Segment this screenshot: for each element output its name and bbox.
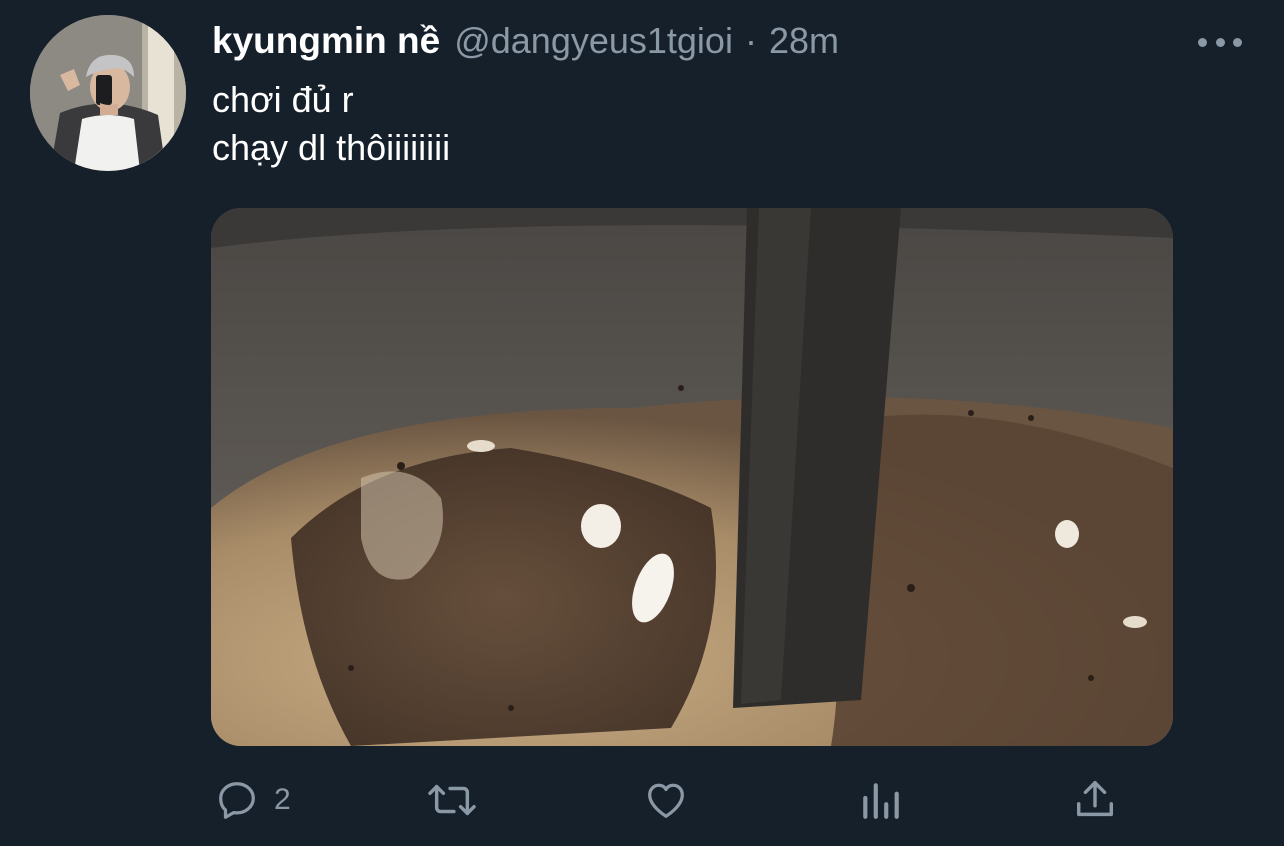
more-options-icon[interactable] (1198, 30, 1242, 54)
separator-dot: · (744, 20, 757, 61)
tweet[interactable]: kyungmin nề @dangyeus1tgioi · 28m chơi đ… (0, 0, 1284, 846)
retweet-button[interactable] (424, 772, 480, 828)
more-dot (1215, 37, 1225, 47)
analytics-button[interactable] (860, 772, 902, 828)
more-dot (1198, 37, 1207, 47)
timestamp[interactable]: 28m (769, 20, 839, 62)
user-handle[interactable]: @dangyeus1tgioi (454, 20, 733, 62)
reply-icon (219, 782, 255, 819)
like-button[interactable] (642, 772, 690, 828)
share-icon (1076, 781, 1114, 817)
tweet-media-photo[interactable] (211, 208, 1173, 746)
tweet-text-line: chơi đủ r (212, 79, 354, 120)
avatar[interactable] (30, 15, 186, 171)
analytics-icon (863, 783, 899, 819)
heart-icon (648, 783, 684, 818)
tweet-text: chơi đủ r chạy dl thôiiiiiiii (212, 76, 450, 172)
share-button[interactable] (1072, 772, 1118, 828)
reply-button[interactable]: 2 (214, 772, 291, 828)
tweet-action-bar: 2 (0, 772, 1284, 828)
reply-count: 2 (274, 783, 291, 816)
more-dot (1233, 37, 1242, 47)
display-name[interactable]: kyungmin nề (212, 20, 440, 62)
tweet-header: kyungmin nề @dangyeus1tgioi · 28m (212, 20, 839, 66)
retweet-icon (428, 784, 476, 816)
tweet-text-line: chạy dl thôiiiiiiii (212, 127, 451, 168)
